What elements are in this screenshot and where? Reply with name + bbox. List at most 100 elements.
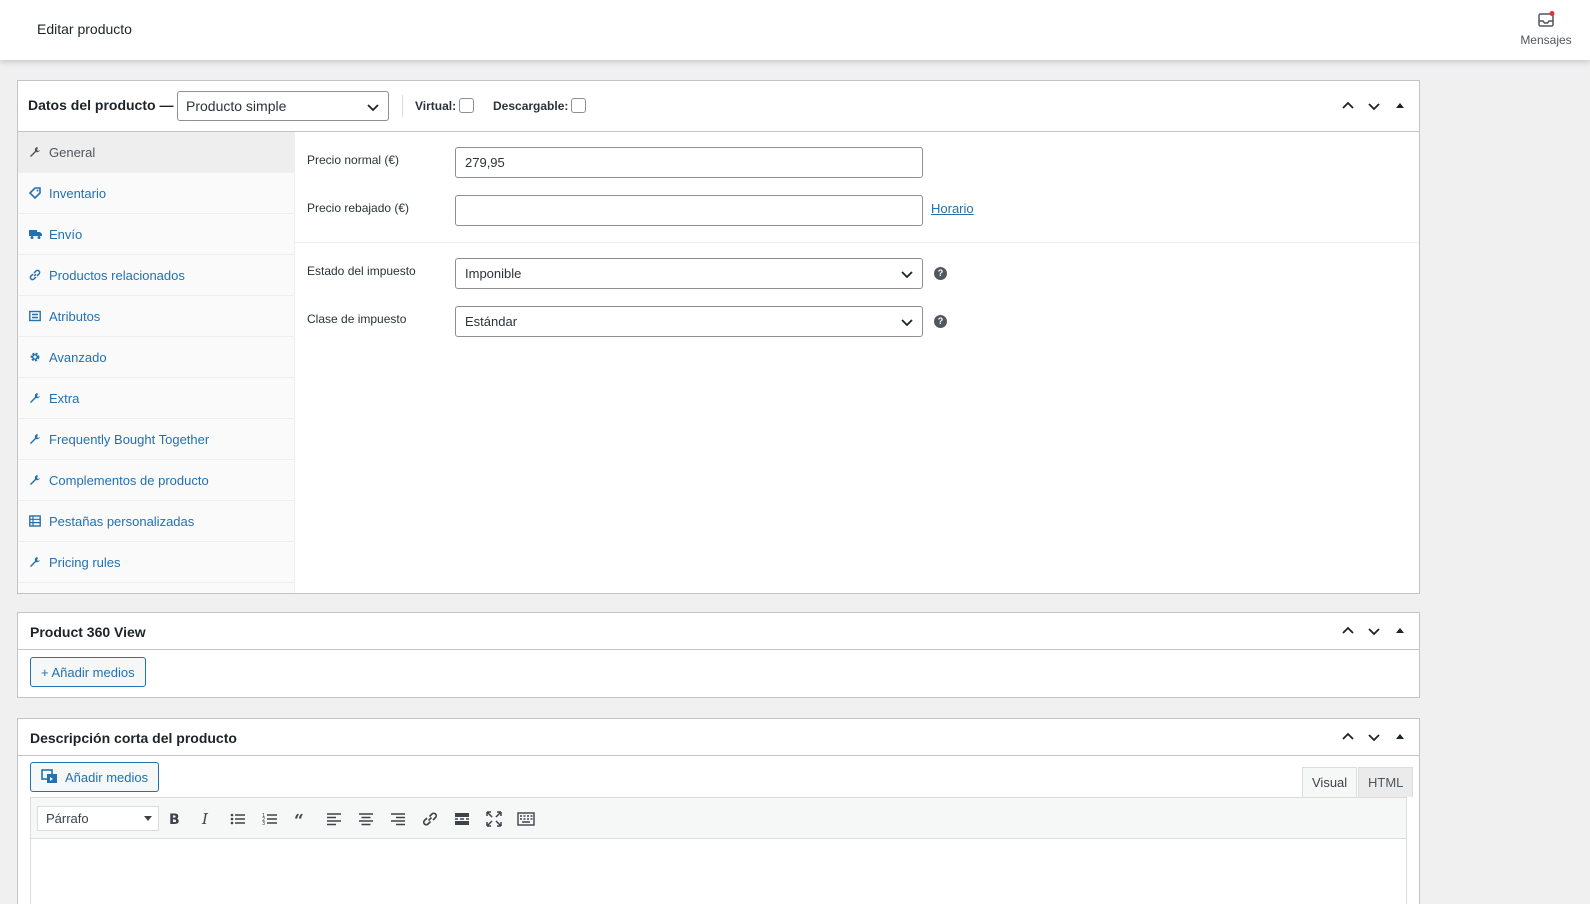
bullet-list-icon bbox=[230, 813, 245, 825]
wrench-icon bbox=[28, 145, 42, 159]
schedule-link[interactable]: Horario bbox=[931, 201, 974, 216]
move-up-button[interactable] bbox=[1339, 97, 1357, 115]
chevron-down-icon bbox=[901, 319, 913, 327]
tab-label: Atributos bbox=[49, 308, 101, 324]
italic-button[interactable]: I bbox=[195, 808, 217, 830]
tab-frequently-bought-together[interactable]: Frequently Bought Together bbox=[18, 419, 294, 460]
bullet-list-button[interactable] bbox=[227, 808, 249, 830]
align-left-icon bbox=[327, 813, 341, 826]
align-center-button[interactable] bbox=[355, 808, 377, 830]
regular-price-input[interactable]: 279,95 bbox=[455, 147, 923, 178]
tax-class-select[interactable]: Estándar bbox=[455, 306, 923, 337]
format-value: Párrafo bbox=[46, 811, 89, 826]
tab-inventario[interactable]: Inventario bbox=[18, 173, 294, 214]
caret-up-icon bbox=[1396, 103, 1404, 108]
tab-label: Pestañas personalizadas bbox=[49, 513, 195, 529]
insert-link-button[interactable] bbox=[419, 808, 441, 830]
list-icon bbox=[28, 309, 42, 323]
toggle-panel-button[interactable] bbox=[1391, 622, 1409, 640]
tab-label: Productos relacionados bbox=[49, 267, 185, 283]
product-360-box: Product 360 View + Añadir medios bbox=[17, 612, 1420, 698]
inbox-icon bbox=[1538, 11, 1555, 27]
move-up-button[interactable] bbox=[1339, 622, 1357, 640]
move-up-button[interactable] bbox=[1339, 728, 1357, 746]
add-media-label: Añadir medios bbox=[65, 769, 149, 785]
short-description-header: Descripción corta del producto bbox=[18, 719, 1419, 756]
chevron-down-icon bbox=[1368, 103, 1380, 111]
svg-text:3: 3 bbox=[262, 821, 265, 826]
move-down-button[interactable] bbox=[1365, 622, 1383, 640]
tax-status-label: Estado del impuesto bbox=[307, 264, 416, 278]
tax-status-select[interactable]: Imponible bbox=[455, 258, 923, 289]
toggle-panel-button[interactable] bbox=[1391, 728, 1409, 746]
virtual-checkbox-label[interactable]: Virtual: bbox=[415, 98, 475, 113]
align-right-icon bbox=[391, 813, 405, 826]
svg-text:B: B bbox=[169, 812, 180, 826]
toggle-panel-button[interactable] bbox=[1391, 97, 1409, 115]
downloadable-checkbox-label[interactable]: Descargable: bbox=[493, 98, 587, 113]
move-down-button[interactable] bbox=[1365, 728, 1383, 746]
tab-complementos[interactable]: Complementos de producto bbox=[18, 460, 294, 501]
tab-atributos[interactable]: Atributos bbox=[18, 296, 294, 337]
svg-text:“: “ bbox=[294, 812, 304, 826]
tag-icon bbox=[28, 186, 42, 200]
chevron-up-icon bbox=[1342, 101, 1354, 109]
tab-general[interactable]: General bbox=[18, 132, 294, 173]
box-handles bbox=[1339, 728, 1409, 746]
tab-avanzado[interactable]: Avanzado bbox=[18, 337, 294, 378]
tab-label: Complementos de producto bbox=[49, 472, 209, 488]
table-icon bbox=[28, 514, 42, 528]
tab-pestanas-personalizadas[interactable]: Pestañas personalizadas bbox=[18, 501, 294, 542]
tab-html[interactable]: HTML bbox=[1358, 767, 1414, 797]
messages-label: Mensajes bbox=[1520, 33, 1572, 47]
editor-content-area[interactable] bbox=[30, 839, 1407, 904]
product-data-box: Datos del producto — Producto simple Vir… bbox=[17, 80, 1420, 594]
link-icon bbox=[28, 268, 42, 282]
read-more-icon bbox=[455, 813, 469, 825]
virtual-checkbox[interactable] bbox=[459, 98, 475, 113]
numbered-list-button[interactable]: 123 bbox=[259, 808, 281, 830]
toolbar-toggle-button[interactable] bbox=[515, 808, 537, 830]
align-right-button[interactable] bbox=[387, 808, 409, 830]
quote-icon: “ bbox=[294, 812, 304, 826]
add-media-button[interactable]: + Añadir medios bbox=[30, 657, 146, 687]
page-title: Editar producto bbox=[37, 21, 132, 37]
help-icon[interactable]: ? bbox=[934, 267, 947, 280]
move-down-button[interactable] bbox=[1365, 97, 1383, 115]
tab-envio[interactable]: Envío bbox=[18, 214, 294, 255]
format-select[interactable]: Párrafo bbox=[37, 806, 159, 831]
product-type-value: Producto simple bbox=[186, 98, 287, 114]
fullscreen-button[interactable] bbox=[483, 808, 505, 830]
short-description-title: Descripción corta del producto bbox=[30, 730, 237, 746]
gear-icon bbox=[28, 350, 42, 364]
downloadable-checkbox[interactable] bbox=[571, 98, 587, 113]
fullscreen-icon bbox=[486, 811, 502, 827]
box-handles bbox=[1339, 622, 1409, 640]
keyboard-icon bbox=[517, 812, 535, 826]
bold-icon: B bbox=[169, 812, 180, 826]
sale-price-label: Precio rebajado (€) bbox=[307, 201, 410, 215]
tab-visual[interactable]: Visual bbox=[1302, 767, 1358, 797]
product-360-title: Product 360 View bbox=[30, 624, 146, 640]
tab-pricing-rules[interactable]: Pricing rules bbox=[18, 542, 294, 583]
product-360-header: Product 360 View bbox=[18, 613, 1419, 650]
chevron-down-icon bbox=[901, 271, 913, 279]
align-left-button[interactable] bbox=[323, 808, 345, 830]
blockquote-button[interactable]: “ bbox=[291, 808, 313, 830]
sale-price-input[interactable] bbox=[455, 195, 923, 226]
product-type-select[interactable]: Producto simple bbox=[177, 91, 389, 121]
tab-label: Avanzado bbox=[49, 349, 107, 365]
read-more-button[interactable] bbox=[451, 808, 473, 830]
truck-icon bbox=[28, 227, 42, 241]
tab-label: Frequently Bought Together bbox=[49, 431, 210, 447]
tab-extra[interactable]: Extra bbox=[18, 378, 294, 419]
bold-button[interactable]: B bbox=[163, 808, 185, 830]
tab-productos-relacionados[interactable]: Productos relacionados bbox=[18, 255, 294, 296]
add-media-button[interactable]: Añadir medios bbox=[30, 762, 160, 792]
tax-class-value: Estándar bbox=[465, 314, 518, 329]
help-icon[interactable]: ? bbox=[934, 315, 947, 328]
product-data-label: Datos del producto — bbox=[28, 97, 174, 113]
caret-down-icon bbox=[144, 816, 152, 821]
messages-button[interactable]: Mensajes bbox=[1518, 10, 1574, 47]
tab-label: Envío bbox=[49, 226, 83, 242]
